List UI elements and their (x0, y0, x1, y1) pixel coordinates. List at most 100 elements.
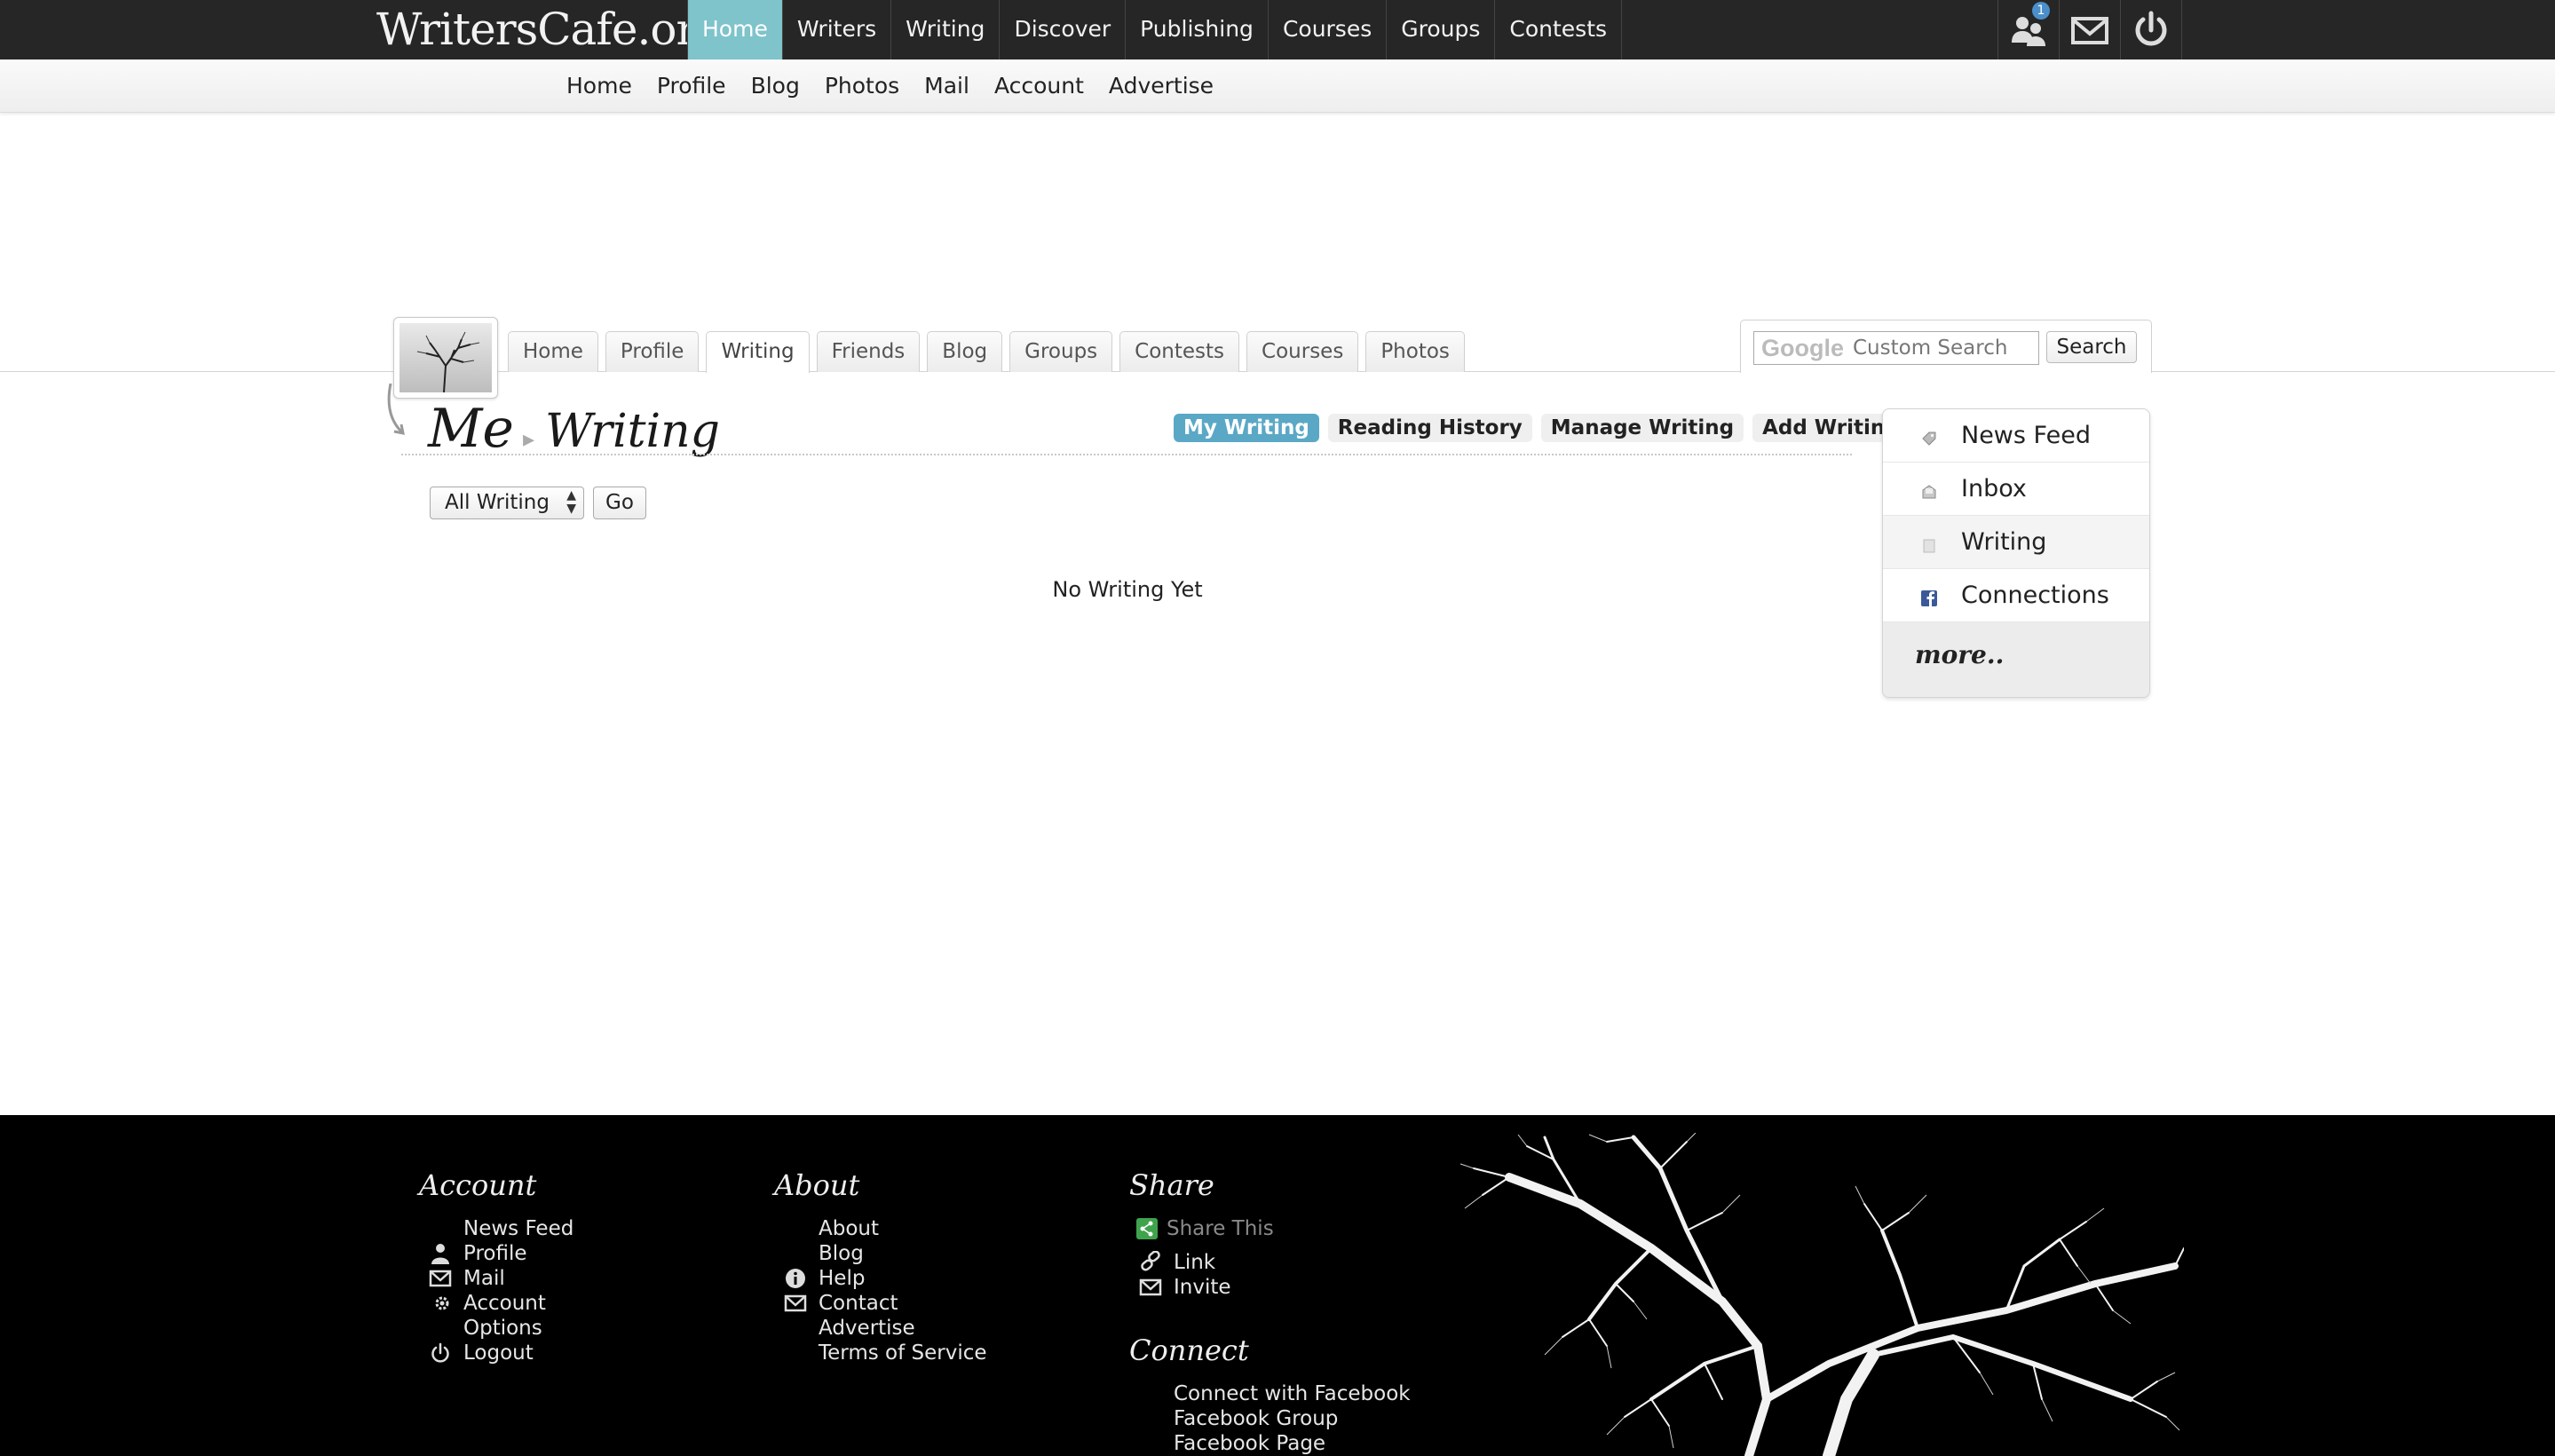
footer-link-account[interactable]: Account (419, 1291, 573, 1316)
side-menu-more[interactable]: more.. (1883, 622, 2149, 697)
side-menu-inbox[interactable]: Inbox (1883, 463, 2149, 516)
footer-link-label: Profile (463, 1242, 527, 1265)
footer-link-help[interactable]: Help (774, 1266, 987, 1291)
tab-profile[interactable]: Profile (605, 331, 700, 372)
footer-connect-title: Connect (1129, 1333, 1249, 1367)
logout-button[interactable] (2121, 0, 2182, 59)
site-logo[interactable]: WritersCafe.org (376, 2, 724, 57)
power-icon (431, 1342, 449, 1363)
mail-icon (429, 1270, 452, 1287)
writing-filter-select[interactable]: All Writing ▲ ▼ (430, 487, 584, 519)
side-menu-label: Inbox (1961, 475, 2027, 502)
side-menu-writing[interactable]: Writing (1883, 516, 2149, 569)
search-placeholder: Custom Search (1853, 336, 2008, 360)
footer-link-about[interactable]: About (774, 1216, 987, 1241)
top-icons: 1 (1997, 0, 2182, 59)
notification-badge: 1 (2032, 2, 2050, 20)
tag-icon (1922, 431, 1936, 446)
side-menu-label: Writing (1961, 528, 2047, 556)
side-menu-label: News Feed (1961, 422, 2091, 449)
mail-icon (2071, 16, 2108, 44)
mail-button[interactable] (2060, 0, 2121, 59)
tab-groups[interactable]: Groups (1009, 331, 1113, 372)
subtab-my-writing[interactable]: My Writing (1174, 414, 1319, 442)
breadcrumb-me[interactable]: Me (428, 398, 514, 460)
select-arrows-icon: ▲ ▼ (566, 488, 576, 516)
footer-link-label: Mail (463, 1267, 505, 1290)
search-button[interactable]: Search (2046, 331, 2137, 363)
footer-connect-column: Connect Connect with Facebook Facebook G… (1129, 1333, 1411, 1456)
main-nav-discover[interactable]: Discover (1000, 0, 1127, 59)
subtab-reading-history[interactable]: Reading History (1327, 414, 1532, 442)
main-nav-groups[interactable]: Groups (1387, 0, 1496, 59)
share-this-label: Share This (1167, 1217, 1274, 1240)
main-nav: Home Writers Writing Discover Publishing… (687, 0, 1623, 59)
tab-friends[interactable]: Friends (816, 331, 921, 372)
mail-icon (784, 1294, 807, 1312)
footer: Account News Feed Profile Mail Account O… (0, 1115, 2555, 1456)
writing-filter-value: All Writing (445, 491, 550, 514)
main-nav-writers[interactable]: Writers (783, 0, 892, 59)
sub-nav: Home Profile Blog Photos Mail Account Ad… (554, 59, 1226, 113)
tab-courses[interactable]: Courses (1246, 331, 1359, 372)
sub-nav-account[interactable]: Account (982, 59, 1096, 113)
footer-about-column: About About Blog Help Contact Advertise … (774, 1168, 987, 1365)
footer-link-profile[interactable]: Profile (419, 1241, 573, 1266)
tree-illustration (1459, 1133, 2184, 1456)
sub-nav-advertise[interactable]: Advertise (1096, 59, 1226, 113)
tab-contests[interactable]: Contests (1119, 331, 1240, 372)
side-menu-news-feed[interactable]: News Feed (1883, 409, 2149, 463)
footer-link-news-feed[interactable]: News Feed (419, 1216, 573, 1241)
person-icon (431, 1244, 449, 1264)
tab-home[interactable]: Home (508, 331, 598, 372)
footer-account-title: Account (419, 1168, 537, 1202)
footer-link-logout[interactable]: Logout (419, 1341, 573, 1365)
footer-link-connect-facebook[interactable]: Connect with Facebook (1129, 1381, 1411, 1406)
sub-nav-mail[interactable]: Mail (912, 59, 982, 113)
footer-link-blog[interactable]: Blog (774, 1241, 987, 1266)
footer-link-advertise[interactable]: Advertise (774, 1316, 987, 1341)
tab-writing[interactable]: Writing (706, 331, 810, 373)
tab-photos[interactable]: Photos (1365, 331, 1465, 372)
footer-about-title: About (774, 1168, 860, 1202)
document-icon (1923, 539, 1935, 553)
sub-nav-photos[interactable]: Photos (812, 59, 912, 113)
side-menu-connections[interactable]: Connections (1883, 569, 2149, 622)
subtab-manage-writing[interactable]: Manage Writing (1540, 414, 1744, 442)
footer-link-mail[interactable]: Mail (419, 1266, 573, 1291)
power-icon (2135, 11, 2167, 45)
main-nav-publishing[interactable]: Publishing (1126, 0, 1269, 59)
footer-link-label: Link (1174, 1251, 1216, 1274)
footer-link-link[interactable]: Link (1129, 1250, 1274, 1275)
footer-share-title: Share (1129, 1168, 1214, 1202)
top-bar: WritersCafe.org Home Writers Writing Dis… (0, 0, 2555, 59)
footer-link-terms[interactable]: Terms of Service (774, 1341, 987, 1365)
footer-link-label: Help (819, 1267, 866, 1290)
avatar-image (399, 323, 492, 392)
share-this-button[interactable]: Share This (1129, 1216, 1274, 1241)
main-nav-writing[interactable]: Writing (891, 0, 1001, 59)
footer-link-options[interactable]: Options (419, 1316, 573, 1341)
title-divider (401, 454, 1852, 455)
go-button[interactable]: Go (593, 487, 646, 519)
sub-nav-blog[interactable]: Blog (739, 59, 812, 113)
sub-nav-home[interactable]: Home (554, 59, 645, 113)
sub-nav-profile[interactable]: Profile (645, 59, 739, 113)
main-nav-contests[interactable]: Contests (1495, 0, 1623, 59)
footer-link-facebook-group[interactable]: Facebook Group (1129, 1406, 1411, 1431)
footer-link-contact[interactable]: Contact (774, 1291, 987, 1316)
friends-button[interactable]: 1 (1998, 0, 2060, 59)
page-title: Me ▸ Writing (428, 398, 720, 460)
footer-link-invite[interactable]: Invite (1129, 1275, 1274, 1300)
breadcrumb-current: Writing (545, 405, 720, 458)
footer-account-column: Account News Feed Profile Mail Account O… (419, 1168, 573, 1365)
main-nav-courses[interactable]: Courses (1269, 0, 1388, 59)
writing-subtabs: My Writing Reading History Manage Writin… (1174, 414, 1910, 442)
arrow-icon (387, 384, 405, 435)
footer-link-label: Logout (463, 1341, 534, 1365)
tab-blog[interactable]: Blog (927, 331, 1003, 372)
main-nav-home[interactable]: Home (688, 0, 783, 59)
search-input[interactable]: Google Custom Search (1753, 331, 2039, 365)
footer-link-facebook-page[interactable]: Facebook Page (1129, 1431, 1411, 1456)
gear-icon (435, 1296, 449, 1310)
